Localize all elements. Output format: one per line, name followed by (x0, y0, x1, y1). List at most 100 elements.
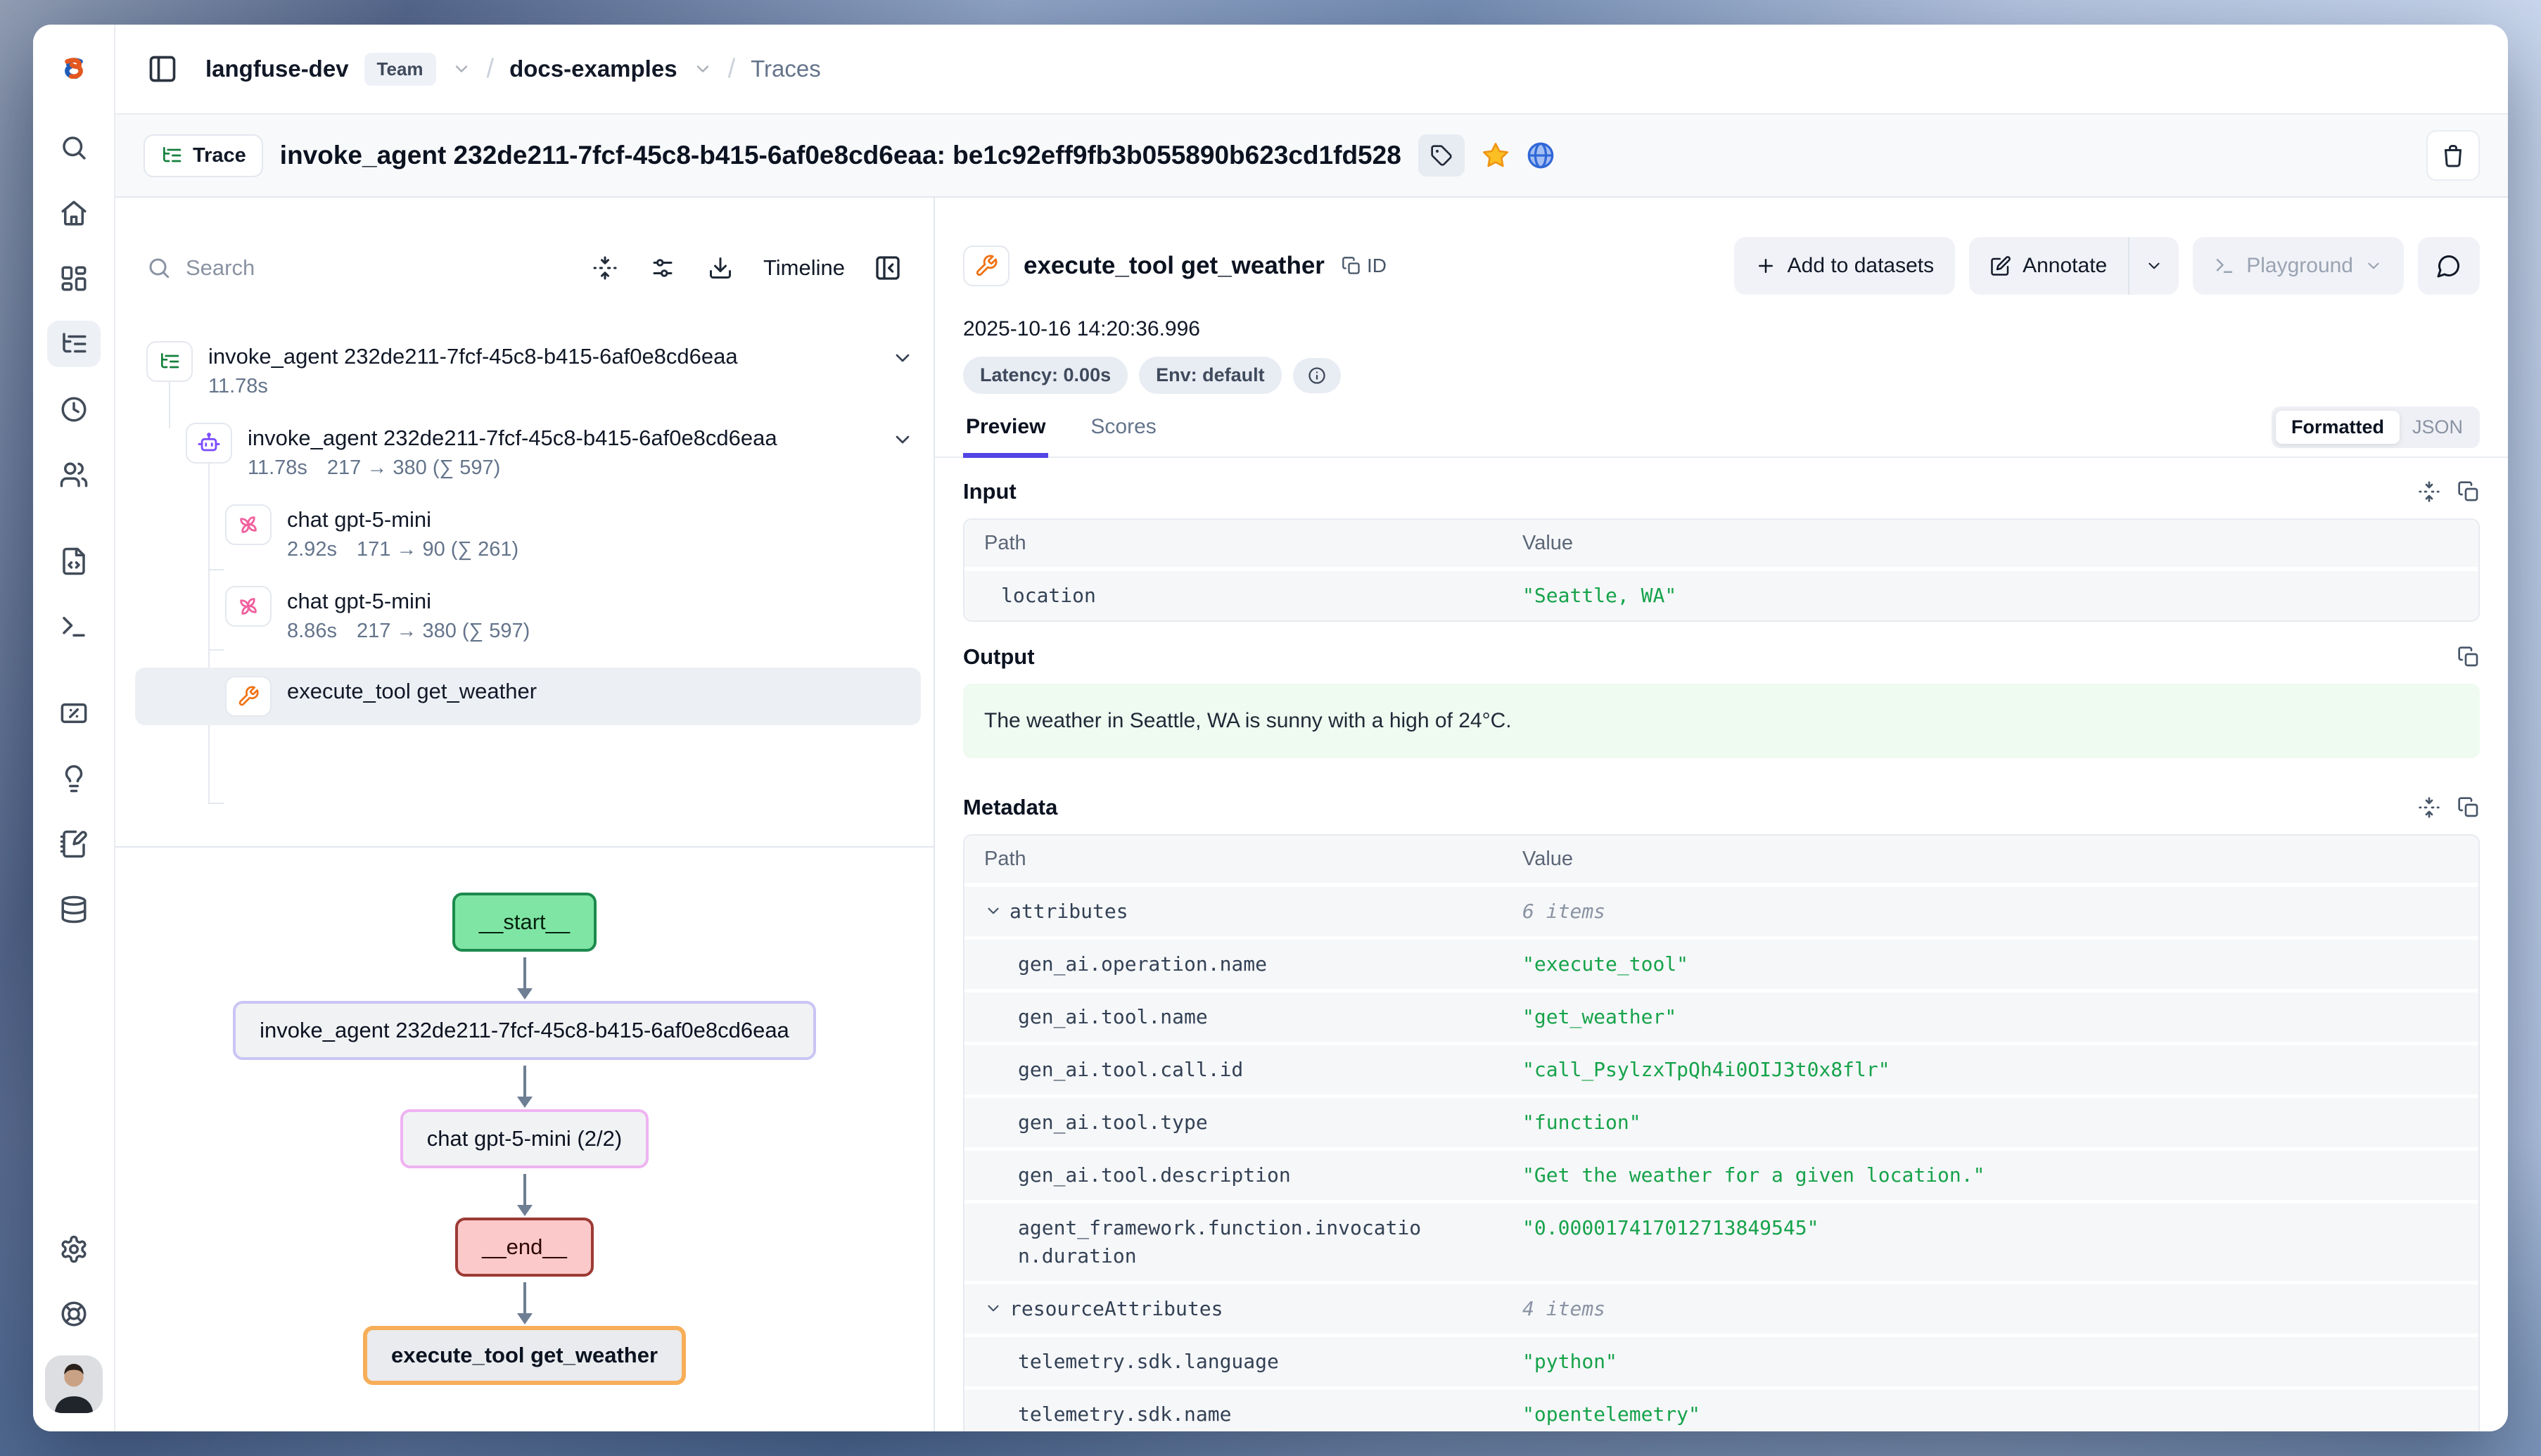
format-formatted-option[interactable]: Formatted (2276, 411, 2400, 444)
collapse-chevron[interactable] (891, 423, 914, 451)
tree-row-agent-span[interactable]: invoke_agent 232de211-7fcf-45c8-b415-6af… (146, 423, 914, 480)
table-row[interactable]: telemetry.sdk.name "opentelemetry" (964, 1390, 2478, 1431)
table-row[interactable]: gen_ai.tool.call.id "call_PsylzxTpQh4i0O… (964, 1045, 2478, 1094)
tree-search[interactable] (146, 255, 566, 281)
download-button[interactable] (701, 249, 739, 287)
breadcrumb-section[interactable]: Traces (751, 56, 821, 82)
table-row[interactable]: telemetry.sdk.language "python" (964, 1337, 2478, 1386)
delete-trace-button[interactable] (2426, 130, 2480, 181)
detail-body[interactable]: Input Path Value location " (935, 458, 2508, 1431)
graph-node-end[interactable]: __end__ (455, 1218, 594, 1277)
sidebar-item-annotation[interactable] (47, 821, 101, 867)
breadcrumb-separator: / (728, 54, 736, 84)
tab-preview[interactable]: Preview (963, 405, 1048, 458)
tree-settings-button[interactable] (644, 249, 682, 287)
breadcrumb-project[interactable]: docs-examples (509, 56, 677, 82)
tab-scores[interactable]: Scores (1088, 405, 1159, 458)
chevron-down-icon (2150, 264, 2159, 269)
table-row[interactable]: gen_ai.tool.name "get_weather" (964, 992, 2478, 1042)
chevron-down-icon[interactable] (452, 59, 471, 79)
breadcrumb-org[interactable]: langfuse-dev (205, 56, 349, 82)
input-table: Path Value location "Seattle, WA" (963, 518, 2480, 622)
sidebar-item-playground[interactable] (47, 604, 101, 650)
tree-row-body: chat gpt-5-mini 8.86s 217 → 380 (∑ 597) (287, 586, 914, 644)
table-row-group[interactable]: attributes 6 items (964, 887, 2478, 936)
collapse-all-button[interactable] (586, 249, 624, 287)
chevron-down-icon (2369, 264, 2378, 269)
tree-row-generation-2[interactable]: chat gpt-5-mini 8.86s 217 → 380 (∑ 597) (146, 586, 914, 644)
user-avatar[interactable] (45, 1355, 103, 1413)
graph-node-execute-tool[interactable]: execute_tool get_weather (363, 1326, 686, 1385)
card-percent-icon (62, 705, 85, 722)
table-row[interactable]: gen_ai.tool.type "function" (964, 1098, 2478, 1147)
sidebar-item-datasets[interactable] (47, 886, 101, 933)
tree-row-tool-selected[interactable]: execute_tool get_weather (135, 668, 921, 725)
chevron-down-icon[interactable] (984, 1295, 1002, 1317)
copy-output-button[interactable] (2457, 646, 2480, 668)
sidebar-item-dashboards[interactable] (47, 255, 101, 302)
metadata-path: telemetry.sdk.language (984, 1348, 1522, 1376)
graph-node-chat[interactable]: chat gpt-5-mini (2/2) (400, 1109, 649, 1168)
copy-icon (2459, 648, 2477, 665)
chevron-down-icon[interactable] (984, 898, 1002, 920)
copy-id-button[interactable]: ID (1342, 255, 1387, 277)
langfuse-logo[interactable] (33, 25, 114, 115)
column-value: Value (1522, 532, 2459, 555)
tree-connector (208, 803, 224, 804)
comments-button[interactable] (2418, 237, 2480, 295)
playground-button[interactable]: Playground (2193, 237, 2404, 295)
detail-header: execute_tool get_weather ID Add to datas… (935, 237, 2508, 295)
search-input[interactable] (186, 255, 397, 281)
table-row-group[interactable]: resourceAttributes 4 items (964, 1284, 2478, 1334)
sidebar-toggle-button[interactable] (144, 50, 182, 88)
info-icon (1309, 368, 1324, 383)
collapse-panel-button[interactable] (869, 249, 907, 287)
lightbulb-icon (66, 767, 81, 791)
output-section-header: Output (963, 644, 2480, 670)
copy-input-button[interactable] (2457, 480, 2480, 503)
sidebar-item-support[interactable] (47, 1291, 101, 1337)
table-row[interactable]: gen_ai.tool.description "Get the weather… (964, 1151, 2478, 1200)
search-icon (146, 255, 172, 281)
breadcrumb-separator: / (487, 54, 495, 84)
tree-row-trace-root[interactable]: invoke_agent 232de211-7fcf-45c8-b415-6af… (146, 341, 914, 399)
info-badge[interactable] (1293, 358, 1341, 393)
sidebar-item-settings[interactable] (47, 1226, 101, 1272)
collapse-chevron[interactable] (891, 341, 914, 369)
span-duration: 8.86s (287, 618, 337, 644)
metadata-value: "get_weather" (1522, 1003, 2459, 1031)
expand-section-button[interactable] (2418, 480, 2440, 503)
expand-section-button[interactable] (2418, 796, 2440, 819)
graph-node-start[interactable]: __start__ (452, 893, 597, 952)
detail-tabs: Preview Scores Formatted JSON (935, 405, 2508, 458)
sidebar-item-judge[interactable] (47, 755, 101, 802)
search-icon (64, 138, 84, 158)
table-row[interactable]: gen_ai.operation.name "execute_tool" (964, 940, 2478, 989)
table-row[interactable]: location "Seattle, WA" (964, 571, 2478, 620)
timeline-toggle-label[interactable]: Timeline (763, 255, 845, 281)
panel-left-icon (151, 58, 174, 81)
sidebar-item-evaluation[interactable] (47, 690, 101, 736)
sidebar-item-prompts[interactable] (47, 538, 101, 585)
tree-row-generation-1[interactable]: chat gpt-5-mini 2.92s 171 → 90 (∑ 261) (146, 504, 914, 562)
annotate-button[interactable]: Annotate (1969, 237, 2128, 295)
format-json-option[interactable]: JSON (2400, 411, 2476, 444)
tag-button[interactable] (1418, 134, 1465, 177)
copy-metadata-button[interactable] (2457, 796, 2480, 819)
graph-node-invoke-agent[interactable]: invoke_agent 232de211-7fcf-45c8-b415-6af… (233, 1001, 816, 1060)
chevron-down-icon[interactable] (693, 59, 713, 79)
sidebar-item-sessions[interactable] (47, 386, 101, 433)
sidebar-item-users[interactable] (47, 452, 101, 498)
add-to-datasets-button[interactable]: Add to datasets (1734, 237, 1955, 295)
lifebuoy-icon (63, 1303, 85, 1325)
bookmark-star-button[interactable] (1482, 141, 1510, 170)
observation-detail-panel: execute_tool get_weather ID Add to datas… (935, 198, 2508, 1431)
metadata-path: telemetry.sdk.name (984, 1400, 1522, 1429)
public-globe-button[interactable] (1527, 141, 1555, 170)
annotate-dropdown-button[interactable] (2128, 237, 2179, 295)
table-row[interactable]: agent_framework.function.invocation.dura… (964, 1203, 2478, 1281)
sidebar-item-home[interactable] (47, 190, 101, 236)
sidebar-item-search[interactable] (47, 124, 101, 171)
tree-connector (208, 649, 224, 651)
sidebar-item-traces[interactable] (47, 321, 101, 367)
